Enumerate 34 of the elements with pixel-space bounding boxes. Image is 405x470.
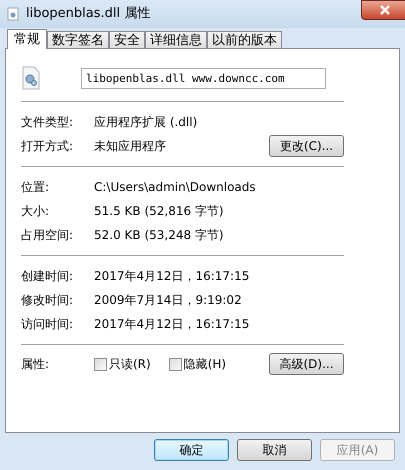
close-icon (379, 5, 391, 15)
advanced-button[interactable]: 高级(D)... (269, 353, 344, 375)
field-label: 文件类型: (21, 114, 74, 131)
field-label: 访问时间: (21, 316, 74, 333)
field-value: 应用程序扩展 (.dll) (94, 114, 198, 131)
field-value: 2017年4月12日，16:17:15 (94, 316, 250, 333)
checkbox[interactable]: 只读(R) (94, 355, 151, 373)
field-value: 51.5 KB (52,816 字节) (94, 203, 225, 220)
field-label: 位置: (21, 179, 50, 196)
field-value: 52.0 KB (53,248 字节) (94, 227, 225, 244)
field-value: 2017年4月12日，16:17:15 (94, 268, 250, 285)
attributes-label: 属性: (21, 356, 50, 373)
close-button[interactable] (361, 0, 405, 20)
field-value: C:\Users\admin\Downloads (94, 179, 257, 196)
field-value: 未知应用程序 (94, 138, 167, 155)
tab[interactable]: 详细信息 (145, 31, 207, 48)
field-label: 修改时间: (21, 292, 74, 309)
tab[interactable]: 安全 (109, 31, 145, 48)
field-label: 占用空间: (21, 227, 74, 244)
dialog-button[interactable]: 取消 (237, 439, 312, 461)
file-name-field[interactable]: libopenblas.dll www.downcc.com (81, 68, 326, 88)
change-button[interactable]: 更改(C)... (269, 135, 344, 157)
field-label: 打开方式: (21, 138, 74, 155)
dialog-button[interactable]: 确定 (154, 439, 229, 461)
field-label: 创建时间: (21, 268, 74, 285)
checkbox[interactable]: 隐藏(H) (168, 355, 226, 373)
field-label: 大小: (21, 203, 50, 220)
file-icon (6, 7, 20, 21)
field-value: 2009年7月14日，9:19:02 (94, 292, 243, 309)
tab[interactable]: 数字签名 (47, 31, 109, 48)
tab[interactable]: 常规 (7, 29, 47, 49)
file-gear-icon (21, 66, 41, 90)
window-title: libopenblas.dll 属性 (26, 5, 150, 24)
tab[interactable]: 以前的版本 (207, 31, 282, 48)
